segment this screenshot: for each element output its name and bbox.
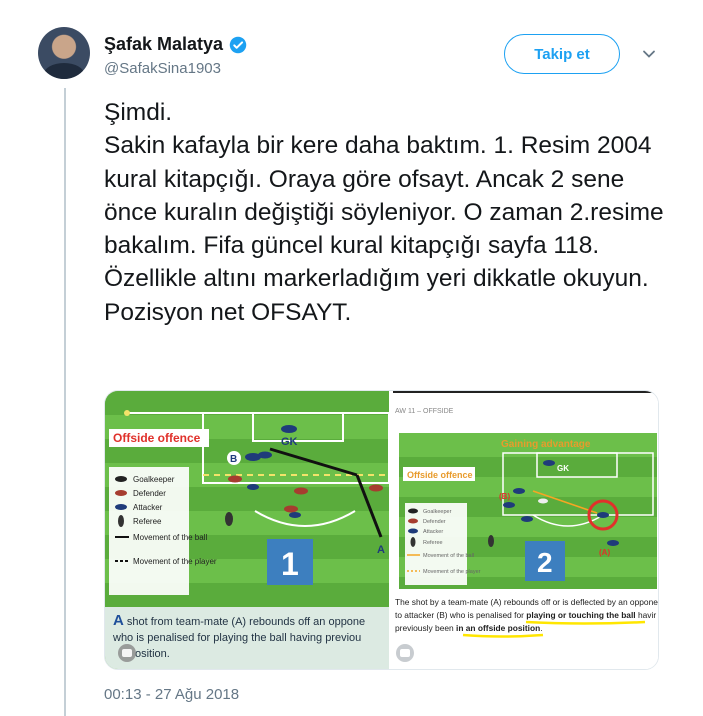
caption-lead: A (113, 612, 124, 629)
caption-line-2: who is penalised for playing the ball ha… (112, 632, 361, 644)
tweet-text: Şimdi. Sakin kafayla bir kere daha baktı… (104, 99, 664, 326)
legend-referee: Referee (133, 517, 162, 526)
legend-attacker: Attacker (423, 529, 443, 535)
caption-line-2-pre: to attacker (B) who is penalised for (395, 610, 526, 620)
display-name[interactable]: Şafak Malatya (104, 34, 223, 55)
legend-defender: Defender (423, 519, 446, 525)
chevron-down-icon[interactable] (641, 46, 657, 62)
attacker-b-label: (B) (499, 492, 510, 501)
legend-player-movement: Movement of the player (423, 569, 481, 575)
svg-text:to attacker (B) who is penalis: to attacker (B) who is penalised for pla… (395, 610, 656, 620)
caption-line-1: shot from team-mate (A) rebounds off an … (124, 616, 365, 628)
gk-label: GK (281, 436, 298, 448)
legend-ball-movement: Movement of the ball (133, 533, 207, 542)
caption-line-2-bold: playing or touching the ball (526, 610, 635, 620)
legend-referee: Referee (423, 540, 443, 546)
legend-goalkeeper: Goalkeeper (133, 475, 175, 484)
attacker-b-label: B (230, 454, 237, 465)
attacker-a-label: (A) (599, 548, 610, 557)
caption-line-3-post: . (540, 623, 542, 633)
diagram-number: 1 (281, 546, 299, 582)
caption-line-3-bold: in an offside position (456, 623, 540, 633)
tweet-timestamp[interactable]: 00:13 - 27 Ağu 2018 (104, 686, 239, 703)
tweet-media[interactable]: Offside offence GK B A Goalkeeper Defend… (104, 390, 659, 670)
legend-attacker: Attacker (133, 503, 163, 512)
svg-text:previously been in an offside: previously been in an offside position. (395, 623, 543, 633)
attacker-a-label: A (377, 544, 385, 556)
diagram-number: 2 (537, 547, 553, 578)
media-image-2[interactable]: AW 11 – OFFSIDE 13 Gaining advantage Off… (393, 391, 659, 670)
diagram-title: Gaining advantage (501, 439, 591, 450)
legend-player-movement: Movement of the player (133, 557, 217, 566)
legend-ball-movement: Movement of the ball (423, 553, 474, 559)
media-image-1[interactable]: Offside offence GK B A Goalkeeper Defend… (105, 391, 389, 670)
verified-badge-icon (229, 36, 247, 53)
avatar-shirt (44, 63, 84, 79)
caption-line-3-pre: previously been (395, 623, 456, 633)
user-handle[interactable]: @SafakSina1903 (104, 60, 221, 77)
avatar[interactable] (38, 27, 90, 79)
legend-goalkeeper: Goalkeeper (423, 509, 452, 515)
follow-button[interactable]: Takip et (504, 34, 620, 74)
legend-defender: Defender (133, 489, 166, 498)
caption-line-3: osition. (135, 648, 170, 660)
caption-line-2-post: havir (636, 610, 657, 620)
name-row: Şafak Malatya (104, 34, 247, 55)
rulebook-header: AW 11 – OFFSIDE (395, 408, 454, 415)
diagram-heading: Offside offence (407, 470, 473, 480)
diagram-heading: Offside offence (113, 431, 201, 445)
gk-label: GK (557, 464, 569, 473)
caption-line-1: The shot by a team-mate (A) rebounds off… (395, 597, 658, 607)
thread-line (64, 88, 66, 716)
